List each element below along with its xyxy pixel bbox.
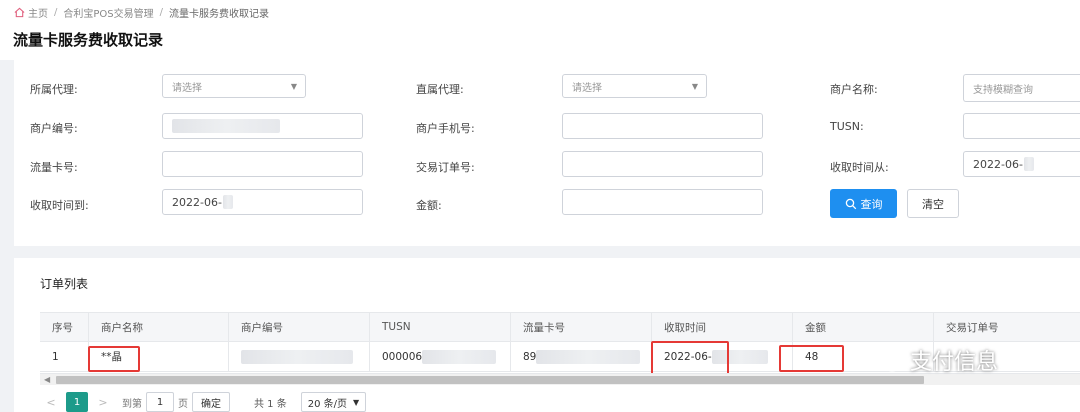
merchant-no-label: 商户编号: [30,122,78,135]
cell-merchant-name: **晶 [88,342,228,371]
redacted-value [1023,157,1034,171]
amount-input[interactable] [562,189,763,215]
search-icon [845,198,856,209]
cell-tusn: 000006 [369,342,510,371]
pagination: < 1 > 到第 1 页 确定 共 1 条 20 条/页 ▼ [40,392,367,412]
chevron-down-icon: ▼ [290,82,297,91]
goto-label: 到第 [122,398,142,410]
cell-sim-card: 89 [510,342,651,371]
chevron-down-icon: ▼ [353,397,360,407]
redacted-value [222,195,233,209]
amount-label: 金额: [416,199,442,212]
order-list-title: 订单列表 [40,277,89,291]
clear-button[interactable]: 清空 [907,189,959,218]
column-header[interactable]: 序号 [40,313,88,341]
merchant-phone-input[interactable] [562,113,763,139]
redacted-value [241,349,353,364]
goto-confirm-button[interactable]: 确定 [192,392,230,412]
redacted-value [536,349,641,364]
next-page-button[interactable]: > [92,392,114,412]
cell-tusn-value: 000006 [382,350,423,363]
direct-agent-select-placeholder: 请选择 [572,82,602,94]
page-unit-label: 页 [178,398,188,410]
breadcrumb: 主页 / 合利宝POS交易管理 / 流量卡服务费收取记录 [14,5,269,20]
page-size-value: 20 条/页 [307,398,348,410]
clear-button-label: 清空 [922,198,944,211]
watermark: 支付信息 [870,344,998,376]
prev-page-button[interactable]: < [40,392,62,412]
cell-time-value: 2022-06- [664,350,712,363]
breadcrumb-separator: / [159,7,163,18]
column-header[interactable]: 商户名称 [88,313,228,341]
sim-card-input[interactable] [162,151,363,177]
search-button-label: 查询 [860,198,883,211]
column-header[interactable]: 流量卡号 [510,313,651,341]
home-icon [14,7,25,18]
breadcrumb-home[interactable]: 主页 [14,5,48,20]
breadcrumb-home-label: 主页 [28,9,48,20]
time-to-input[interactable]: 2022-06- [162,189,363,215]
search-button[interactable]: 查询 [830,189,897,218]
agent-label: 所属代理: [30,83,78,96]
column-header[interactable]: 交易订单号 [933,313,1080,341]
time-from-value: 2022-06- [973,157,1023,171]
agent-select[interactable]: 请选择 ▼ [162,74,306,98]
merchant-no-input[interactable] [162,113,363,139]
direct-agent-label: 直属代理: [416,83,464,96]
cell-merchant-no [228,342,369,371]
table-header: 序号 商户名称 商户编号 TUSN 流量卡号 收取时间 金额 交易订单号 [40,312,1080,342]
time-from-input[interactable]: 2022-06- [963,151,1080,177]
redacted-value [711,349,768,364]
total-count: 共 1 条 [254,398,287,410]
cell-index: 1 [52,350,59,363]
merchant-name-placeholder: 支持模糊查询 [973,84,1033,96]
order-no-label: 交易订单号: [416,161,475,174]
column-header[interactable]: 商户编号 [228,313,369,341]
breadcrumb-level1[interactable]: 合利宝POS交易管理 [63,5,153,20]
merchant-name-input[interactable]: 支持模糊查询 [963,74,1080,102]
redacted-value [172,119,280,133]
agent-select-placeholder: 请选择 [172,82,202,94]
breadcrumb-current: 流量卡服务费收取记录 [169,9,269,20]
page-size-select[interactable]: 20 条/页 ▼ [300,392,367,412]
column-header[interactable]: 金额 [792,313,933,341]
column-header[interactable]: TUSN [369,313,510,341]
redacted-value [422,349,497,364]
breadcrumb-separator: / [54,7,58,18]
merchant-name-label: 商户名称: [830,83,878,96]
chevron-down-icon: ▼ [691,82,698,91]
time-from-label: 收取时间从: [830,161,889,174]
time-to-value: 2022-06- [172,195,222,209]
page-1-button[interactable]: 1 [66,392,88,412]
scroll-left-icon[interactable]: ◀ [44,374,50,385]
column-header[interactable]: 收取时间 [651,313,792,341]
scrollbar-thumb[interactable] [56,376,924,384]
time-to-label: 收取时间到: [30,199,89,212]
goto-page-input[interactable]: 1 [146,392,174,412]
direct-agent-select[interactable]: 请选择 ▼ [562,74,707,98]
cell-sim-card-value: 89 [523,350,537,363]
order-no-input[interactable] [562,151,763,177]
page-title: 流量卡服务费收取记录 [13,31,164,49]
tusn-label: TUSN: [830,120,864,133]
wechat-icon [871,347,902,372]
cell-time: 2022-06- [651,342,792,371]
merchant-phone-label: 商户手机号: [416,122,475,135]
tusn-input[interactable] [963,113,1080,139]
watermark-text: 支付信息 [910,350,999,375]
sim-card-label: 流量卡号: [30,161,78,174]
top-header: 主页 / 合利宝POS交易管理 / 流量卡服务费收取记录 流量卡服务费收取记录 [0,0,1080,60]
